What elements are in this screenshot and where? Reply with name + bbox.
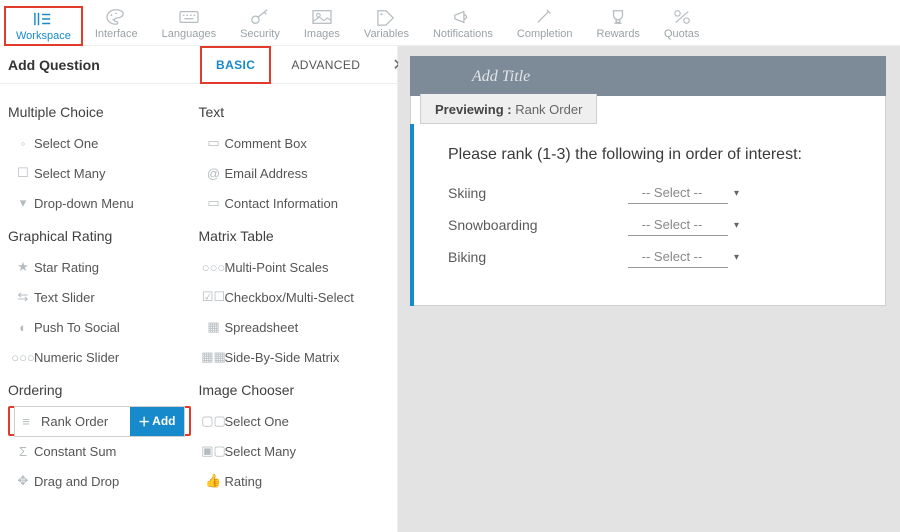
rank-select[interactable]: -- Select -- [628,214,728,236]
star-icon: ★ [12,259,34,275]
opt-spreadsheet[interactable]: ▦Spreadsheet [199,312,382,342]
group-text: Text [199,104,382,120]
add-button[interactable]: ＋Add [130,407,183,436]
toolbar-label: Security [240,28,280,40]
matrix-icon: ▦▦ [203,349,225,365]
image-icon [311,8,333,26]
toolbar-label: Rewards [597,28,640,40]
opt-rank-order[interactable]: ≡ Rank Order ＋Add [8,406,191,436]
preview-title[interactable]: Add Title [410,60,886,96]
opt-select-many[interactable]: ☐Select Many [8,158,191,188]
toolbar-label: Completion [517,28,573,40]
palette-icon [105,8,127,26]
toolbar-label: Variables [364,28,409,40]
share-icon: ◐ [12,320,34,335]
tag-icon [375,8,397,26]
radio-icon: ◦ [12,136,34,151]
opt-select-one[interactable]: ◦Select One [8,128,191,158]
opt-email[interactable]: @Email Address [199,158,382,188]
caret-icon: ▾ [734,220,739,231]
left-panel: Add Question BASIC ADVANCED ✕ Multiple C… [0,46,398,532]
group-ordering: Ordering [8,382,191,398]
opt-dropdown[interactable]: ▾Drop-down Menu [8,188,191,218]
opt-img-select-many[interactable]: ▣▢Select Many [199,436,382,466]
opt-checkbox-multi[interactable]: ☑☐Checkbox/Multi-Select [199,282,382,312]
keyboard-icon [178,8,200,26]
sigma-icon: Σ [12,444,34,459]
opt-push-social[interactable]: ◐Push To Social [8,312,191,342]
opt-contact-info[interactable]: ▭Contact Information [199,188,382,218]
caret-icon: ▾ [734,252,739,263]
left-title: Add Question [0,57,200,73]
at-icon: @ [203,166,225,181]
toolbar-rewards[interactable]: Rewards [585,6,652,44]
trophy-icon [607,8,629,26]
preview-row: Biking -- Select --▾ [448,246,864,268]
toolbar-label: Interface [95,28,138,40]
numeric-icon: ○○○ [12,350,34,365]
tab-advanced[interactable]: ADVANCED [277,48,374,82]
toolbar-images[interactable]: Images [292,6,352,44]
tab-basic[interactable]: BASIC [200,46,271,84]
group-image-chooser: Image Chooser [199,382,382,398]
dots-icon: ○○○ [203,260,225,275]
toolbar-label: Languages [162,28,216,40]
preview-question: Please rank (1-3) the following in order… [448,146,864,164]
rank-icon: ≡ [15,414,37,429]
toolbar-languages[interactable]: Languages [150,6,228,44]
preview-panel: Add Title Previewing : Rank Order Please… [398,46,900,532]
toolbar-quotas[interactable]: Quotas [652,6,711,44]
opt-comment-box[interactable]: ▭Comment Box [199,128,382,158]
thumbs-icon: 👍 [203,473,225,489]
checks-icon: ☑☐ [203,289,225,305]
wand-icon [534,8,556,26]
image-one-icon: ▢▢ [203,413,225,429]
toolbar-completion[interactable]: Completion [505,6,585,44]
toolbar-label: Notifications [433,28,493,40]
image-many-icon: ▣▢ [203,443,225,459]
group-multiple-choice: Multiple Choice [8,104,191,120]
opt-multipoint[interactable]: ○○○Multi-Point Scales [199,252,382,282]
slider-icon: ⇆ [12,289,34,305]
opt-star-rating[interactable]: ★Star Rating [8,252,191,282]
toolbar-variables[interactable]: Variables [352,6,421,44]
megaphone-icon [452,8,474,26]
preview-row: Snowboarding -- Select --▾ [448,214,864,236]
dropdown-icon: ▾ [12,195,34,211]
toolbar-label: Quotas [664,28,699,40]
checkbox-icon: ☐ [12,165,34,181]
workspace-icon [32,10,54,28]
opt-drag-drop[interactable]: ✥Drag and Drop [8,466,191,496]
toolbar-label: Images [304,28,340,40]
percent-icon [671,8,693,26]
opt-sbs-matrix[interactable]: ▦▦Side-By-Side Matrix [199,342,382,372]
opt-text-slider[interactable]: ⇆Text Slider [8,282,191,312]
opt-constant-sum[interactable]: ΣConstant Sum [8,436,191,466]
top-toolbar: Workspace Interface Languages Security I… [0,0,900,46]
toolbar-security[interactable]: Security [228,6,292,44]
textbox-icon: ▭ [203,135,225,151]
group-graphical: Graphical Rating [8,228,191,244]
preview-tab: Previewing : Rank Order [420,94,597,124]
preview-row: Skiing -- Select --▾ [448,182,864,204]
grid-icon: ▦ [203,319,225,335]
drag-icon: ✥ [12,473,34,489]
opt-numeric-slider[interactable]: ○○○Numeric Slider [8,342,191,372]
toolbar-interface[interactable]: Interface [83,6,150,44]
toolbar-notifications[interactable]: Notifications [421,6,505,44]
group-matrix: Matrix Table [199,228,382,244]
toolbar-label: Workspace [16,30,71,42]
rank-select[interactable]: -- Select -- [628,246,728,268]
key-icon [249,8,271,26]
form-icon: ▭ [203,195,225,211]
rank-select[interactable]: -- Select -- [628,182,728,204]
opt-img-rating[interactable]: 👍Rating [199,466,382,496]
caret-icon: ▾ [734,188,739,199]
opt-img-select-one[interactable]: ▢▢Select One [199,406,382,436]
toolbar-workspace[interactable]: Workspace [4,6,83,46]
